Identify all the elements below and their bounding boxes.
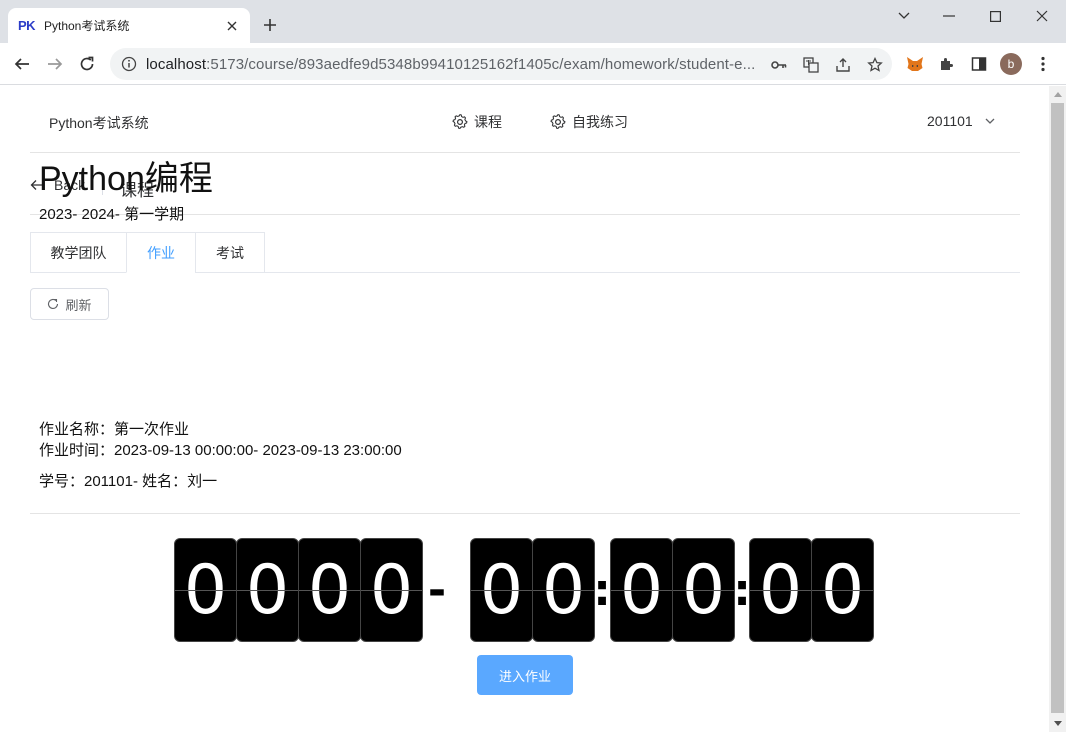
password-key-icon[interactable] [770,56,788,74]
course-tabs: 教学团队 作业 考试 [30,232,1020,273]
gear-icon [550,114,566,130]
profile-avatar[interactable]: b [1000,53,1022,75]
browser-tab[interactable]: PK Python考试系统 [8,8,250,43]
user-id: 201101 [927,113,973,129]
countdown-digit: 0 [298,538,361,642]
countdown-digit: 0 [470,538,533,642]
countdown-digit: 0 [174,538,237,642]
scrollbar-thumb[interactable] [1051,103,1064,713]
student-info: 学号：201101- 姓名：刘一 [39,473,218,490]
close-window-icon[interactable] [1019,4,1065,28]
top-navigation: Python考试系统 课程 自我练习 201101 [30,86,1020,153]
maximize-icon[interactable] [972,4,1018,28]
tab-close-icon[interactable] [224,18,240,34]
section-divider [30,513,1020,514]
countdown-timer: 0 0 0 0 - 0 0 : 0 0 : 0 0 [174,538,876,642]
tab-search-icon[interactable] [881,4,927,28]
extensions-puzzle-icon[interactable] [937,54,957,74]
countdown-digit: 0 [672,538,735,642]
nav-item-self-practice[interactable]: 自我练习 [550,112,628,132]
reload-icon[interactable] [75,52,99,76]
kebab-menu-icon[interactable] [1033,54,1053,74]
tab-title: Python考试系统 [44,19,130,33]
countdown-separator: : [593,564,611,616]
user-dropdown[interactable]: 201101 [927,113,995,129]
enter-homework-button[interactable]: 进入作业 [477,655,573,695]
refresh-icon [48,298,59,309]
new-tab-icon[interactable] [259,14,281,36]
minimize-icon[interactable] [926,4,972,28]
site-info-icon[interactable] [112,56,146,72]
nav-item-courses[interactable]: 课程 [452,112,502,132]
homework-time: 作业时间：2023-09-13 00:00:00- 2023-09-13 23:… [39,442,402,459]
tab-favicon: PK [18,18,36,33]
countdown-digit: 0 [811,538,874,642]
refresh-label: 刷新 [65,297,92,313]
share-icon[interactable] [834,56,852,74]
gear-icon [452,114,468,130]
tab-homework[interactable]: 作业 [126,232,196,273]
chevron-down-icon [985,118,995,124]
browser-toolbar: localhost:5173/course/893aedfe9d5348b994… [0,43,1066,85]
bookmark-star-icon[interactable] [866,56,884,74]
homework-name: 作业名称：第一次作业 [39,421,190,438]
scroll-down-arrow-icon[interactable] [1049,715,1066,732]
metamask-fox-icon[interactable] [905,54,925,74]
countdown-digit: 0 [532,538,595,642]
countdown-digit: 0 [360,538,423,642]
nav-item-label: 课程 [474,114,502,130]
page-content: Python考试系统 课程 自我练习 201101 Back 课程 Python… [0,86,1049,732]
translate-icon[interactable] [802,56,820,74]
course-title: Python编程 [39,160,213,198]
app-name[interactable]: Python考试系统 [49,113,149,133]
countdown-digit: 0 [610,538,673,642]
address-bar[interactable]: localhost:5173/course/893aedfe9d5348b994… [110,48,892,80]
forward-arrow-icon[interactable] [43,52,67,76]
refresh-button[interactable]: 刷新 [30,288,109,320]
countdown-digit: 0 [236,538,299,642]
browser-tabstrip: PK Python考试系统 [0,0,1066,43]
side-panel-icon[interactable] [969,54,989,74]
back-arrow-icon[interactable] [10,52,34,76]
nav-item-label: 自我练习 [572,114,628,130]
course-term: 2023- 2024- 第一学期 [39,206,185,223]
countdown-separator: - [427,564,447,616]
url-text[interactable]: localhost:5173/course/893aedfe9d5348b994… [146,56,758,73]
scroll-up-arrow-icon[interactable] [1049,86,1066,103]
url-path: :5173/course/893aedfe9d5348b99410125162f… [206,55,756,73]
url-host: localhost [146,55,207,73]
tab-teaching-team[interactable]: 教学团队 [30,232,127,273]
page-scrollbar[interactable] [1049,86,1066,732]
countdown-digit: 0 [749,538,812,642]
tab-exam[interactable]: 考试 [195,232,265,273]
